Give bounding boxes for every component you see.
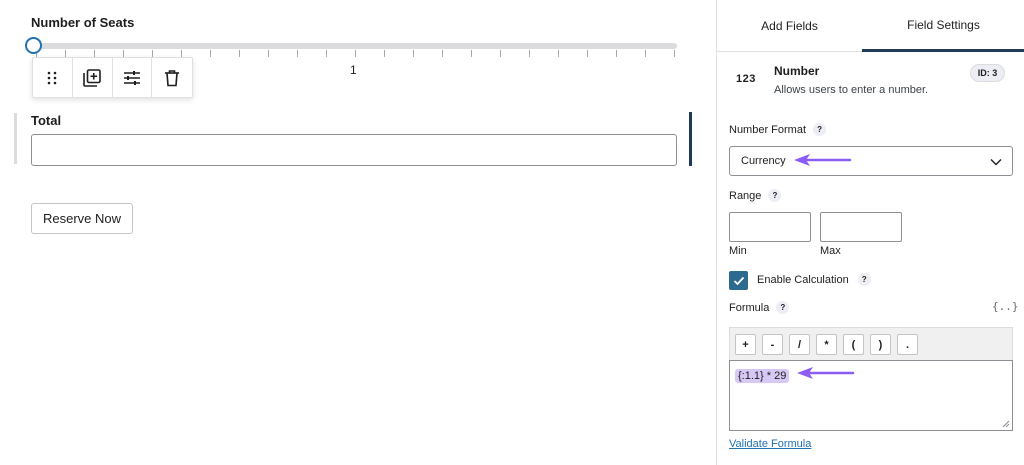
formula-textarea[interactable]: {:1.1} * 29 — [729, 360, 1013, 431]
seats-slider-thumb[interactable] — [25, 37, 42, 54]
number-field-icon: 123 — [736, 73, 756, 85]
trash-icon — [165, 69, 180, 86]
range-max-input[interactable] — [820, 212, 902, 242]
slider-tick — [94, 50, 95, 57]
sidebar-tabs: Add Fields Field Settings — [717, 0, 1024, 52]
number-format-selected: Currency — [741, 155, 786, 167]
slider-tick — [326, 50, 327, 57]
operator-minus-button[interactable]: - — [762, 334, 783, 355]
operator-multiply-button[interactable]: * — [816, 334, 837, 355]
settings-sidebar: Add Fields Field Settings 123 Number All… — [716, 0, 1024, 465]
number-format-label-text: Number Format — [729, 123, 807, 136]
block-selection-indicator — [14, 113, 17, 164]
drag-handle-button[interactable] — [33, 58, 73, 97]
merge-tag-icon[interactable]: {..} — [992, 300, 1019, 313]
slider-tick — [210, 50, 211, 57]
slider-tick — [297, 50, 298, 57]
range-help-icon[interactable]: ? — [768, 189, 782, 202]
seats-slider-track[interactable] — [34, 43, 677, 49]
total-field-label: Total — [31, 113, 62, 128]
slider-tick — [587, 50, 588, 57]
settings-sliders-icon — [123, 70, 140, 85]
operator-open-paren-button[interactable]: ( — [843, 334, 864, 355]
range-label-text: Range — [729, 189, 762, 202]
operator-divide-button[interactable]: / — [789, 334, 810, 355]
field-id-badge: ID: 3 — [970, 64, 1005, 82]
slider-tick — [616, 50, 617, 57]
block-focus-indicator — [689, 112, 692, 166]
formula-value: {:1.1} * 29 — [735, 369, 790, 383]
drag-handle-icon — [48, 71, 57, 84]
form-canvas: Number of Seats 1 Total Reserve Now — [0, 0, 716, 465]
slider-tick — [152, 50, 153, 57]
tab-add-fields[interactable]: Add Fields — [717, 0, 862, 52]
formula-label-text: Formula — [729, 301, 770, 314]
slider-tick — [645, 50, 646, 57]
operator-close-paren-button[interactable]: ) — [870, 334, 891, 355]
checkmark-icon — [733, 276, 744, 285]
slider-tick — [384, 50, 385, 57]
chevron-down-icon — [990, 159, 1002, 166]
slider-tick — [500, 50, 501, 57]
validate-formula-link[interactable]: Validate Formula — [729, 438, 811, 450]
slider-tick — [558, 50, 559, 57]
slider-tick — [471, 50, 472, 57]
seats-slider-value: 1 — [350, 63, 357, 77]
enable-calculation-label-text: Enable Calculation — [757, 273, 849, 286]
resize-grip-icon[interactable] — [1002, 420, 1010, 428]
enable-calculation-checkbox[interactable] — [729, 271, 748, 290]
formula-label: Formula ? — [729, 301, 790, 314]
slider-tick — [355, 50, 356, 57]
number-format-select[interactable]: Currency — [729, 146, 1013, 176]
duplicate-icon — [83, 68, 101, 87]
range-min-input[interactable] — [729, 212, 811, 242]
settings-button[interactable] — [113, 58, 153, 97]
tab-field-settings[interactable]: Field Settings — [862, 0, 1024, 52]
operator-plus-button[interactable]: + — [735, 334, 756, 355]
number-format-help-icon[interactable]: ? — [813, 123, 827, 136]
slider-tick — [529, 50, 530, 57]
formula-help-icon[interactable]: ? — [776, 301, 790, 314]
total-input[interactable] — [31, 134, 677, 166]
slider-tick — [413, 50, 414, 57]
range-max-caption: Max — [820, 245, 841, 257]
annotation-arrow-icon — [794, 154, 852, 166]
block-toolbar — [32, 57, 193, 98]
field-type-name: Number — [774, 64, 820, 78]
slider-tick — [239, 50, 240, 57]
slider-tick — [181, 50, 182, 57]
reserve-now-button[interactable]: Reserve Now — [31, 203, 133, 234]
number-format-label: Number Format ? — [729, 123, 827, 136]
range-min-caption: Min — [729, 245, 747, 257]
slider-tick — [123, 50, 124, 57]
slider-tick — [65, 50, 66, 57]
field-type-description: Allows users to enter a number. — [774, 84, 929, 96]
slider-tick — [674, 50, 675, 57]
duplicate-button[interactable] — [73, 58, 113, 97]
delete-button[interactable] — [152, 58, 192, 97]
enable-calculation-help-icon[interactable]: ? — [857, 273, 871, 286]
operator-dot-button[interactable]: . — [897, 334, 918, 355]
enable-calculation-label: Enable Calculation ? — [757, 273, 871, 286]
range-label: Range ? — [729, 189, 782, 202]
seats-field-label: Number of Seats — [31, 15, 135, 30]
slider-tick — [268, 50, 269, 57]
annotation-arrow-icon — [797, 367, 855, 379]
slider-tick — [442, 50, 443, 57]
formula-operator-bar: + - / * ( ) . — [729, 327, 1013, 360]
